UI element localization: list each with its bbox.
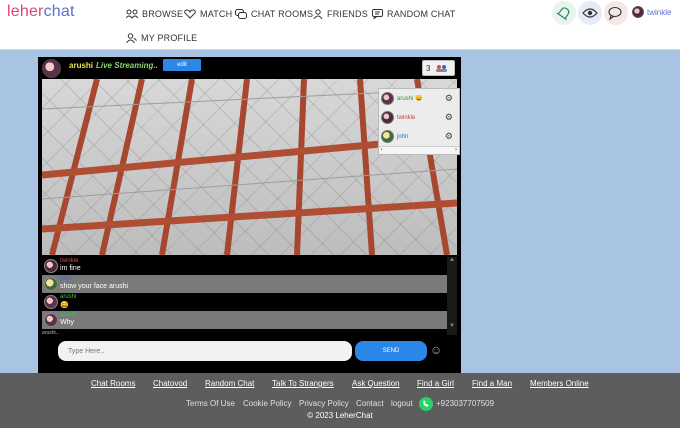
nav-match-label: MATCH (200, 9, 233, 19)
messages-button[interactable] (604, 1, 628, 25)
message-author: twinkle (60, 258, 79, 264)
live-stream-panel: arushi Live Streaming.. edit 3 arushi 😄 … (38, 57, 461, 373)
bell-icon (556, 7, 570, 21)
nav-random-chat[interactable]: RANDOM CHAT (372, 6, 456, 22)
list-item: john show your face arushi (42, 275, 457, 293)
footer-link-find-a-man[interactable]: Find a Man (472, 379, 512, 388)
logout-link[interactable]: logout (391, 399, 413, 408)
match-icon (184, 9, 196, 19)
message-author: arushi (60, 312, 77, 318)
chat-scrollbar[interactable]: ▲ ▼ (447, 257, 457, 335)
message-text: show your face arushi (60, 283, 129, 290)
footer-link-find-a-girl[interactable]: Find a Girl (417, 379, 454, 388)
smiley-icon[interactable]: ☺ (430, 343, 442, 357)
profile-views-button[interactable] (578, 1, 602, 25)
message-author: arushi (60, 294, 77, 300)
typing-indicator: arushi.. (42, 330, 59, 336)
random-chat-icon (372, 9, 383, 19)
message-avatar (44, 259, 58, 273)
viewer-name: john (397, 133, 409, 140)
chat-messages: twinkle im fine john show your face arus… (42, 257, 457, 335)
send-button[interactable]: SEND (355, 341, 427, 361)
viewer-count: 3 (426, 63, 431, 73)
message-avatar (44, 277, 58, 291)
nav-chat-rooms-label: CHAT ROOMS (251, 9, 314, 19)
gear-icon[interactable]: ⚙ (445, 112, 453, 123)
nav-friends[interactable]: FRIENDS (313, 6, 368, 22)
message-text: Why (60, 319, 74, 326)
nav-friends-label: FRIENDS (327, 9, 368, 19)
profile-icon (126, 33, 137, 43)
viewer-list-scrollbar[interactable]: ‹ › (379, 146, 459, 154)
phone-number: +923037707509 (436, 399, 495, 408)
viewer-name: twinkle (397, 114, 416, 121)
footer-link-chat-rooms[interactable]: Chat Rooms (91, 379, 135, 388)
nav-random-chat-label: RANDOM CHAT (387, 9, 456, 19)
streamer-name: arushi (69, 61, 94, 70)
viewer-row[interactable]: arushi 😄 ⚙ (379, 89, 459, 108)
logo-part1: leher (7, 3, 44, 20)
message-author: john (60, 276, 72, 282)
footer-link-talk-to-strangers[interactable]: Talk To Strangers (272, 379, 334, 388)
footer: Chat Rooms Chatovod Random Chat Talk To … (0, 373, 680, 428)
gear-icon[interactable]: ⚙ (445, 93, 453, 104)
viewer-avatar (381, 92, 394, 105)
nav-chat-rooms[interactable]: CHAT ROOMS (235, 6, 313, 22)
viewer-list: arushi 😄 ⚙ twinkle ⚙ john ⚙ ‹ › (378, 88, 460, 155)
list-item: arushi 😄 (42, 293, 457, 311)
logo-part2: chat (43, 3, 75, 20)
top-header: leherchat BROWSE MATCH CHAT ROOMS FRIEND… (0, 0, 680, 50)
message-avatar (44, 313, 58, 327)
footer-link-chatovod[interactable]: Chatovod (153, 379, 187, 388)
site-logo[interactable]: leherchat (7, 3, 75, 21)
viewer-row[interactable]: twinkle ⚙ (379, 108, 459, 127)
footer-link-random-chat[interactable]: Random Chat (205, 379, 254, 388)
whatsapp-icon[interactable] (419, 397, 433, 411)
viewer-avatar (381, 111, 394, 124)
live-streaming-label: Live Streaming.. (96, 61, 158, 70)
message-text: im fine (60, 265, 81, 272)
copyright: © 2023 LeherChat (307, 411, 373, 420)
cookie-policy-link[interactable]: Cookie Policy (243, 399, 291, 408)
viewer-row[interactable]: john ⚙ (379, 127, 459, 146)
browse-icon (126, 9, 138, 19)
chat-rooms-icon (235, 9, 247, 19)
streamer-avatar (42, 59, 61, 78)
viewer-count-button[interactable]: 3 (422, 60, 455, 76)
messages-icon (608, 6, 622, 20)
user-menu[interactable]: twinkle (632, 6, 671, 18)
nav-match[interactable]: MATCH (184, 6, 232, 22)
footer-link-members-online[interactable]: Members Online (530, 379, 589, 388)
footer-link-ask-question[interactable]: Ask Question (352, 379, 400, 388)
friends-icon (313, 9, 323, 19)
message-avatar (44, 295, 58, 309)
username-label: twinkle (647, 7, 672, 17)
emoji-icon: 😄 (415, 96, 423, 102)
list-item: arushi Why (42, 311, 457, 329)
edit-button[interactable]: edit (163, 59, 201, 71)
message-text: 😄 (60, 302, 69, 309)
chat-message-input[interactable] (58, 341, 352, 361)
avatar (632, 6, 644, 18)
viewer-name: arushi (397, 95, 414, 102)
nav-browse[interactable]: BROWSE (126, 6, 183, 22)
eye-icon (582, 8, 598, 18)
contact-link[interactable]: Contact (356, 399, 384, 408)
privacy-policy-link[interactable]: Privacy Policy (299, 399, 349, 408)
viewer-avatar (381, 130, 394, 143)
nav-my-profile-label: MY PROFILE (141, 33, 198, 43)
viewers-icon (436, 65, 448, 72)
notifications-button[interactable] (552, 1, 576, 25)
list-item: twinkle im fine (42, 257, 457, 275)
nav-my-profile[interactable]: MY PROFILE (126, 30, 197, 46)
terms-link[interactable]: Terms Of Use (186, 399, 235, 408)
nav-browse-label: BROWSE (142, 9, 184, 19)
gear-icon[interactable]: ⚙ (445, 131, 453, 142)
